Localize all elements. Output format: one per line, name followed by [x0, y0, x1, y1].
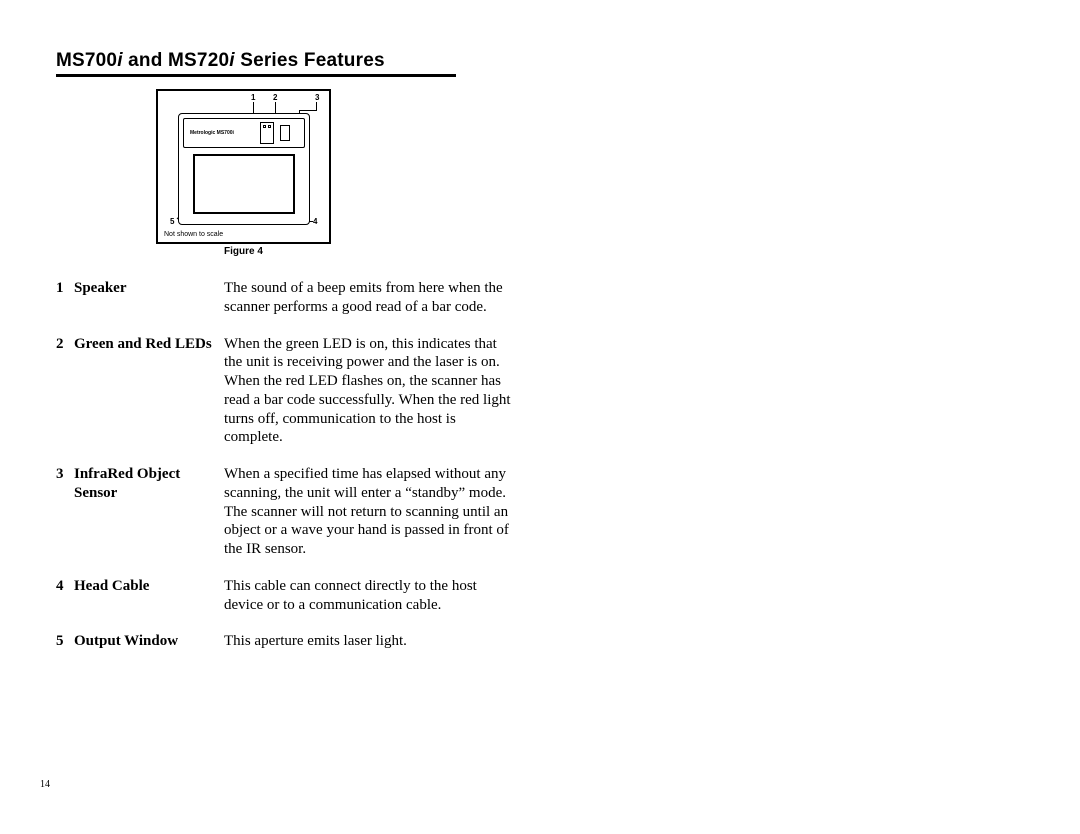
- feature-name: InfraRed Object Sensor: [74, 465, 224, 503]
- feature-name: Output Window: [74, 632, 224, 651]
- feature-row: 1 Speaker The sound of a beep emits from…: [56, 279, 516, 317]
- feature-desc: When a specified time has elapsed withou…: [224, 465, 516, 559]
- feature-number: 4: [56, 577, 74, 596]
- title-part-2: and MS720: [123, 50, 230, 71]
- scanner-model-label: Metrologic MS700i: [190, 130, 234, 136]
- leader-3b: [299, 110, 317, 111]
- feature-name: Head Cable: [74, 577, 224, 596]
- figure-4: 1 2 3 4 5 Metrologic MS700i: [156, 89, 1040, 257]
- feature-number: 1: [56, 279, 74, 298]
- title-part-1: MS700: [56, 50, 117, 71]
- feature-number: 5: [56, 632, 74, 651]
- callout-3: 3: [315, 93, 319, 102]
- scanner-head: Metrologic MS700i: [183, 118, 305, 148]
- feature-row: 5 Output Window This aperture emits lase…: [56, 632, 516, 651]
- feature-name: Speaker: [74, 279, 224, 298]
- feature-desc: This aperture emits laser light.: [224, 632, 516, 651]
- led-panel: [260, 122, 274, 144]
- green-led-icon: [263, 125, 266, 128]
- section-title: MS700i and MS720i Series Features: [56, 50, 1040, 72]
- figure-caption: Figure 4: [156, 246, 331, 257]
- title-part-3: Series Features: [235, 50, 385, 71]
- ir-sensor-icon: [280, 125, 290, 141]
- feature-name: Green and Red LEDs: [74, 335, 224, 354]
- features-table: 1 Speaker The sound of a beep emits from…: [56, 279, 516, 651]
- feature-desc: When the green LED is on, this indicates…: [224, 335, 516, 448]
- callout-5: 5: [170, 217, 174, 226]
- feature-row: 2 Green and Red LEDs When the green LED …: [56, 335, 516, 448]
- output-window-icon: [193, 154, 295, 214]
- feature-row: 4 Head Cable This cable can connect dire…: [56, 577, 516, 615]
- figure-box: 1 2 3 4 5 Metrologic MS700i: [156, 89, 331, 244]
- title-underline: [56, 74, 456, 77]
- feature-number: 3: [56, 465, 74, 484]
- not-to-scale-label: Not shown to scale: [164, 231, 223, 238]
- page-number: 14: [40, 779, 50, 790]
- feature-number: 2: [56, 335, 74, 354]
- leader-3a: [316, 102, 317, 110]
- document-page: MS700i and MS720i Series Features 1 2 3 …: [0, 0, 1080, 651]
- scanner-body: Metrologic MS700i: [178, 113, 310, 225]
- feature-desc: This cable can connect directly to the h…: [224, 577, 516, 615]
- callout-4: 4: [313, 217, 317, 226]
- red-led-icon: [268, 125, 271, 128]
- feature-desc: The sound of a beep emits from here when…: [224, 279, 516, 317]
- callout-1: 1: [251, 93, 255, 102]
- feature-row: 3 InfraRed Object Sensor When a specifie…: [56, 465, 516, 559]
- callout-2: 2: [273, 93, 277, 102]
